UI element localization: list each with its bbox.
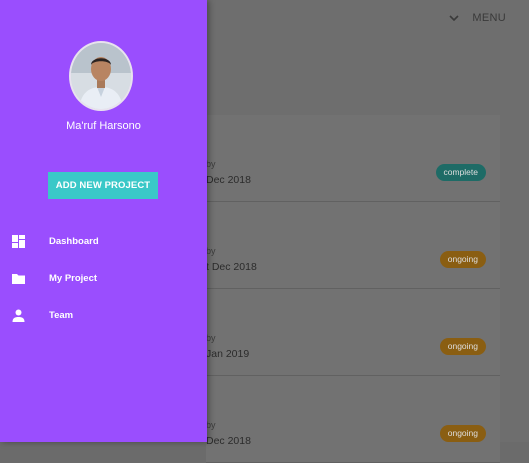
project-author: by [206,333,216,343]
chevron-down-icon[interactable] [447,11,461,25]
project-list: by Dec 2018 complete by t Dec 2018 ongoi… [206,115,500,463]
project-author: by [206,159,216,169]
person-icon [12,309,25,322]
navigation-drawer: Ma'ruf Harsono ADD NEW PROJECT Dashboard… [0,0,207,442]
nav-item-dashboard[interactable]: Dashboard [0,226,207,256]
status-badge: complete [435,164,486,181]
status-badge: ongoing [439,338,486,355]
nav-item-team[interactable]: Team [0,300,207,330]
project-author: by [206,246,216,256]
nav-item-label: Team [49,309,74,321]
avatar[interactable] [69,41,133,111]
add-new-project-button[interactable]: ADD NEW PROJECT [48,172,158,199]
project-date: Dec 2018 [206,435,251,447]
project-date: t Dec 2018 [206,261,257,273]
profile-photo [71,43,131,109]
menu-button[interactable]: MENU [472,12,506,24]
nav-item-label: Dashboard [49,235,99,247]
project-author: by [206,420,216,430]
profile-name: Ma'ruf Harsono [66,120,141,132]
project-card[interactable]: by Dec 2018 ongoing [206,376,500,463]
status-badge: ongoing [439,251,486,268]
dashboard-icon [12,234,25,248]
status-badge: ongoing [439,425,486,442]
nav-item-my-project[interactable]: My Project [0,263,207,293]
project-card[interactable]: by t Dec 2018 ongoing [206,202,500,289]
topbar: MENU [447,11,506,25]
project-card[interactable]: by Jan 2019 ongoing [206,289,500,376]
project-date: Dec 2018 [206,174,251,186]
project-card[interactable]: by Dec 2018 complete [206,115,500,202]
nav-item-label: My Project [49,272,98,284]
folder-icon [12,273,25,284]
project-date: Jan 2019 [206,348,250,360]
